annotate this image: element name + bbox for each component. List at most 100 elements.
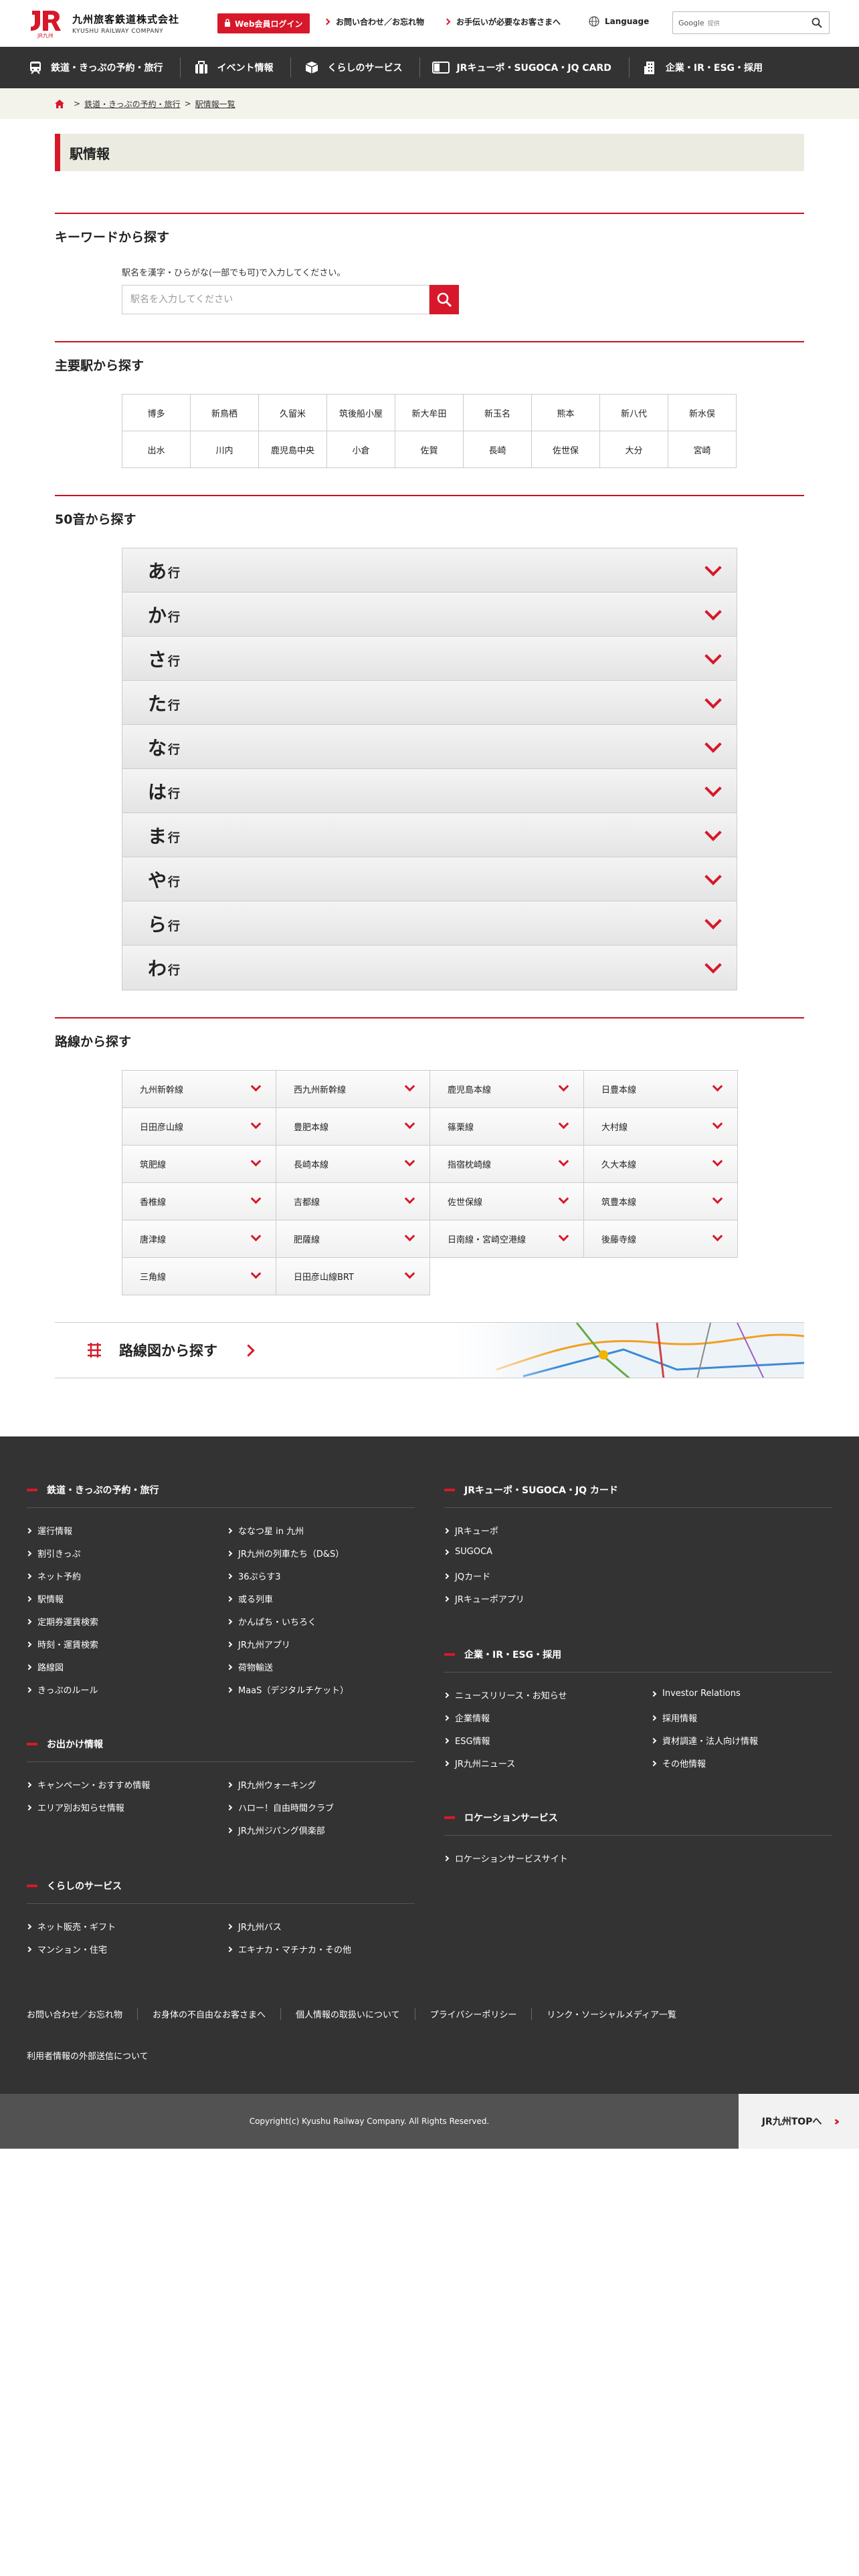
station-link[interactable]: 博多 (122, 395, 191, 431)
footer-link[interactable]: きっぷのルール (25, 1683, 98, 1696)
line-item[interactable]: 日田彦山線BRT (276, 1258, 430, 1295)
kana-row-wa[interactable]: わ行 (122, 946, 737, 990)
footer-link[interactable]: ネット予約 (25, 1570, 81, 1582)
line-item[interactable]: 唐津線 (122, 1220, 276, 1258)
station-link[interactable]: 新玉名 (464, 395, 532, 431)
breadcrumb-current[interactable]: 駅情報一覧 (195, 98, 235, 110)
jr-kyushu-top-link[interactable]: JR九州TOPへ ›› (739, 2094, 859, 2149)
search-icon[interactable] (812, 17, 822, 31)
station-link[interactable]: 鹿児島中央 (259, 431, 327, 468)
footer-utility-link[interactable]: リンク・ソーシャルメディア一覧 (547, 2008, 676, 2020)
nav-railway[interactable]: 鉄道・きっぷの予約・旅行 (27, 47, 175, 88)
footer-link[interactable]: 割引きっぷ (25, 1547, 80, 1560)
line-item[interactable]: 日南線・宮崎空港線 (430, 1220, 584, 1258)
footer-link[interactable]: JR九州ジパング倶楽部 (226, 1824, 325, 1836)
footer-utility-link[interactable]: 利用者情報の外部送信について (27, 2049, 149, 2062)
station-link[interactable]: 佐世保 (532, 431, 600, 468)
footer-link[interactable]: 採用情報 (650, 1711, 697, 1724)
footer-link[interactable]: エリア別お知らせ情報 (25, 1801, 124, 1814)
footer-link[interactable]: 運行情報 (25, 1524, 72, 1537)
station-link[interactable]: 熊本 (532, 395, 600, 431)
footer-link[interactable]: JR九州バス (226, 1920, 282, 1933)
line-item[interactable]: 九州新幹線 (122, 1071, 276, 1108)
station-link[interactable]: 新八代 (600, 395, 668, 431)
footer-link[interactable]: JR九州アプリ (226, 1638, 290, 1650)
station-link[interactable]: 長崎 (464, 431, 532, 468)
line-item[interactable]: 吉都線 (276, 1183, 430, 1220)
footer-link[interactable]: マンション・住宅 (25, 1943, 107, 1955)
footer-link[interactable]: ニュースリリース・お知らせ (443, 1689, 567, 1701)
nav-corporate[interactable]: 企業・IR・ESG・採用 (642, 47, 775, 88)
footer-link[interactable]: キャンペーン・おすすめ情報 (25, 1778, 150, 1791)
kana-row-ya[interactable]: や行 (122, 857, 737, 901)
station-link[interactable]: 新鳥栖 (191, 395, 259, 431)
footer-link[interactable]: かんぱち・いちろく (226, 1615, 316, 1628)
station-link[interactable]: 川内 (191, 431, 259, 468)
kana-row-a[interactable]: あ行 (122, 548, 737, 593)
footer-link[interactable]: ハロー！自由時間クラブ (226, 1801, 334, 1814)
kana-row-ra[interactable]: ら行 (122, 901, 737, 946)
station-link[interactable]: 久留米 (259, 395, 327, 431)
station-link[interactable]: 筑後船小屋 (327, 395, 395, 431)
footer-link[interactable]: 時刻・運賃検索 (25, 1638, 98, 1650)
footer-link[interactable]: JR九州の列車たち（D&S） (226, 1547, 344, 1560)
footer-utility-link[interactable]: お問い合わせ／お忘れ物 (27, 2008, 122, 2020)
footer-link[interactable]: ネット販売・ギフト (25, 1920, 116, 1933)
footer-link[interactable]: 路線図 (25, 1660, 64, 1673)
kana-row-sa[interactable]: さ行 (122, 637, 737, 681)
nav-card[interactable]: JRキューポ・SUGOCA・JQ CARD (432, 47, 623, 88)
footer-link[interactable]: JQカード (443, 1570, 490, 1582)
line-item[interactable]: 筑肥線 (122, 1146, 276, 1183)
station-link[interactable]: 出水 (122, 431, 191, 468)
line-item[interactable]: 長崎本線 (276, 1146, 430, 1183)
kana-row-ta[interactable]: た行 (122, 681, 737, 725)
station-link[interactable]: 佐賀 (395, 431, 464, 468)
station-link[interactable]: 宮崎 (668, 431, 737, 468)
footer-link[interactable]: JRキューポ (443, 1524, 498, 1537)
nav-events[interactable]: イベント情報 (193, 47, 285, 88)
footer-link[interactable]: 或る列車 (226, 1592, 273, 1605)
footer-link[interactable]: JR九州ウォーキング (226, 1778, 316, 1791)
line-item[interactable]: 鹿児島本線 (430, 1071, 584, 1108)
assist-link[interactable]: お手伝いが必要なお客さまへ (444, 16, 561, 27)
station-search-input[interactable] (122, 285, 430, 314)
line-item[interactable]: 後藤寺線 (584, 1220, 738, 1258)
line-item[interactable]: 筑豊本線 (584, 1183, 738, 1220)
footer-link[interactable]: 駅情報 (25, 1592, 64, 1605)
inquiry-link[interactable]: お問い合わせ／お忘れ物 (323, 16, 424, 27)
station-link[interactable]: 新大牟田 (395, 395, 464, 431)
kana-row-ma[interactable]: ま行 (122, 813, 737, 857)
station-search-button[interactable] (430, 285, 459, 314)
line-item[interactable]: 篠栗線 (430, 1108, 584, 1146)
footer-utility-link[interactable]: 個人情報の取扱いについて (296, 2008, 400, 2020)
footer-link[interactable]: その他情報 (650, 1757, 706, 1769)
line-item[interactable]: 日田彦山線 (122, 1108, 276, 1146)
footer-link[interactable]: SUGOCA (443, 1547, 492, 1557)
line-item[interactable]: 西九州新幹線 (276, 1071, 430, 1108)
line-item[interactable]: 指宿枕崎線 (430, 1146, 584, 1183)
station-link[interactable]: 大分 (600, 431, 668, 468)
footer-link[interactable]: ロケーションサービスサイト (443, 1852, 568, 1864)
footer-link[interactable]: 36ぷらす3 (226, 1570, 281, 1582)
route-map-link[interactable]: 路線図から探す (55, 1322, 804, 1378)
footer-link[interactable]: JR九州ニュース (443, 1757, 515, 1769)
line-item[interactable]: 香椎線 (122, 1183, 276, 1220)
footer-link[interactable]: ななつ星 in 九州 (226, 1524, 304, 1537)
footer-link[interactable]: JRキューポアプリ (443, 1592, 524, 1605)
footer-link[interactable]: Investor Relations (650, 1689, 741, 1699)
breadcrumb-railway[interactable]: 鉄道・きっぷの予約・旅行 (84, 98, 181, 110)
web-member-login-button[interactable]: Web会員ログイン (217, 13, 310, 33)
kana-row-ka[interactable]: か行 (122, 593, 737, 637)
line-item[interactable]: 日豊本線 (584, 1071, 738, 1108)
kana-row-ha[interactable]: は行 (122, 769, 737, 813)
footer-utility-link[interactable]: お身体の不自由なお客さまへ (153, 2008, 266, 2020)
footer-link[interactable]: MaaS（デジタルチケット） (226, 1683, 349, 1696)
site-search[interactable]: Google 提供 (672, 11, 830, 34)
nav-life[interactable]: くらしのサービス (303, 47, 414, 88)
site-logo[interactable]: JR九州 九州旅客鉄道株式会社 KYUSHU RAILWAY COMPANY (27, 8, 179, 39)
station-link[interactable]: 新水俣 (668, 395, 737, 431)
footer-link[interactable]: 定期券運賃検索 (25, 1615, 98, 1628)
footer-link[interactable]: ESG情報 (443, 1734, 490, 1747)
footer-link[interactable]: 荷物輸送 (226, 1660, 273, 1673)
line-item[interactable]: 豊肥本線 (276, 1108, 430, 1146)
